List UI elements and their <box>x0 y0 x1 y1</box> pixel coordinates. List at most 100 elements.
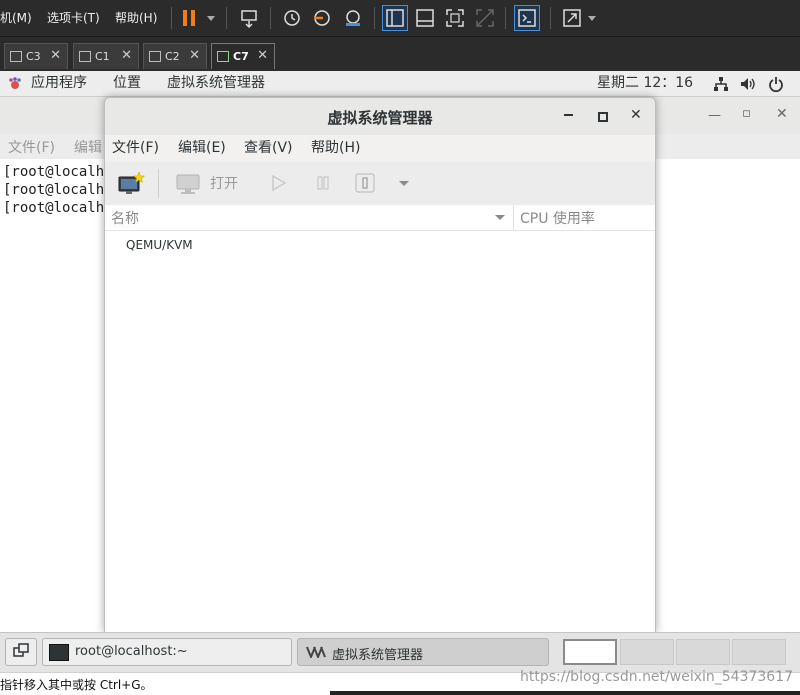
unity-icon <box>473 6 497 30</box>
show-desktop-button[interactable] <box>5 638 37 666</box>
pause-icon[interactable] <box>178 6 202 30</box>
close-icon[interactable]: ✕ <box>50 48 61 63</box>
terminal-line: [root@localh <box>3 182 105 198</box>
vm-list-header: 名称 CPU 使用率 <box>105 205 655 231</box>
pause-icon <box>315 175 331 191</box>
minimize-icon[interactable]: — <box>708 108 721 123</box>
workspace-3[interactable] <box>676 639 730 665</box>
status-strip <box>330 691 800 695</box>
active-app-menu[interactable]: 虚拟系统管理器 <box>167 71 265 96</box>
monitor-icon <box>175 172 201 196</box>
terminal-icon <box>49 644 69 661</box>
menu-edit[interactable]: 编辑(E) <box>178 135 226 162</box>
tab-label: C1 <box>95 50 110 63</box>
tab-label: C7 <box>233 50 249 63</box>
maximize-icon[interactable] <box>598 112 608 122</box>
vmware-menu-tabs[interactable]: 选项卡(T) <box>47 0 100 36</box>
taskbar-item-virt-manager[interactable]: 虚拟系统管理器 <box>297 638 549 666</box>
tab-c2[interactable]: C2 ✕ <box>143 43 207 69</box>
column-divider <box>513 205 514 230</box>
stretch-icon[interactable] <box>560 6 584 30</box>
vm-icon <box>149 51 161 62</box>
close-icon[interactable]: ✕ <box>189 48 200 63</box>
menu-view[interactable]: 查看(V) <box>244 135 293 162</box>
tab-c1[interactable]: C1 ✕ <box>73 43 139 69</box>
places-menu[interactable]: 位置 <box>113 71 141 96</box>
vm-running-icon <box>217 51 229 62</box>
snapshot-icon[interactable] <box>280 6 304 30</box>
vmware-menu-machine[interactable]: 机(M) <box>0 0 32 36</box>
terminal-line: [root@localh <box>3 200 105 216</box>
network-icon[interactable] <box>713 76 729 92</box>
taskbar-item-terminal[interactable]: root@localhost:~ <box>42 638 292 666</box>
vm-icon <box>79 51 91 62</box>
vm-list: QEMU/KVM <box>105 231 655 633</box>
tab-label: C2 <box>165 50 180 63</box>
vmware-menu-help[interactable]: 帮助(H) <box>115 0 157 36</box>
terminal-line: [root@localh <box>3 164 105 180</box>
virt-manager-window[interactable]: 虚拟系统管理器 ✕ 文件(F) 编辑(E) 查看(V) 帮助(H) 打开 名称 <box>104 97 656 633</box>
sort-indicator-icon <box>495 215 505 220</box>
virt-manager-toolbar: 打开 <box>105 162 655 206</box>
terminal-menu-edit[interactable]: 编辑 <box>74 137 102 157</box>
toolbar-separator <box>171 7 172 29</box>
clock[interactable]: 星期二 12：16 <box>597 71 693 96</box>
virt-manager-icon <box>306 646 326 660</box>
column-name-header[interactable]: 名称 <box>111 208 139 228</box>
connection-row[interactable]: QEMU/KVM <box>126 238 193 252</box>
tab-label: C3 <box>26 50 41 63</box>
virt-manager-titlebar[interactable]: 虚拟系统管理器 ✕ <box>105 98 655 136</box>
volume-icon[interactable] <box>740 76 756 92</box>
open-button-label: 打开 <box>210 176 238 192</box>
vmware-toolbar: 机(M) 选项卡(T) 帮助(H) <box>0 0 800 37</box>
maximize-icon[interactable]: ▫ <box>742 106 751 121</box>
gnome-foot-icon <box>8 77 22 91</box>
toolbar-separator <box>226 7 227 29</box>
send-keys-icon[interactable] <box>238 6 262 30</box>
tab-c7[interactable]: C7 ✕ <box>211 43 275 69</box>
vm-icon <box>10 51 22 62</box>
gnome-top-bar: 应用程序 位置 虚拟系统管理器 星期二 12：16 <box>0 71 800 97</box>
close-icon[interactable]: ✕ <box>630 107 642 123</box>
close-icon[interactable]: ✕ <box>776 106 788 122</box>
toolbar-separator <box>374 7 375 29</box>
column-cpu-header[interactable]: CPU 使用率 <box>520 208 595 228</box>
toolbar-separator <box>158 169 159 198</box>
shutdown-icon <box>355 173 375 193</box>
applications-menu[interactable]: 应用程序 <box>31 71 87 96</box>
power-icon[interactable] <box>768 76 784 93</box>
workspace-1[interactable] <box>563 639 617 665</box>
snapshot-manager-icon[interactable] <box>341 6 365 30</box>
taskbar-item-label: 虚拟系统管理器 <box>332 648 424 663</box>
menu-help[interactable]: 帮助(H) <box>311 135 360 162</box>
console-view-icon[interactable] <box>514 5 540 31</box>
toolbar-separator <box>270 7 271 29</box>
close-icon[interactable]: ✕ <box>257 48 268 63</box>
gnome-taskbar: root@localhost:~ 虚拟系统管理器 <box>0 632 800 673</box>
menu-file[interactable]: 文件(F) <box>112 135 159 162</box>
library-view-icon[interactable] <box>382 5 408 31</box>
taskbar-item-label: root@localhost:~ <box>75 644 188 659</box>
vm-tab-bar: C3 ✕ C1 ✕ C2 ✕ C7 ✕ <box>0 37 800 71</box>
thumbnail-view-icon[interactable] <box>413 6 437 30</box>
status-hint: 指针移入其中或按 Ctrl+G。 <box>0 678 153 692</box>
workspace-4[interactable] <box>732 639 786 665</box>
fullscreen-icon[interactable] <box>443 6 467 30</box>
chevron-down-icon <box>399 181 409 186</box>
window-title: 虚拟系统管理器 <box>327 109 433 127</box>
minimize-icon[interactable] <box>564 114 573 116</box>
tab-c3[interactable]: C3 ✕ <box>4 43 68 69</box>
watermark: https://blog.csdn.net/weixin_54373617 <box>520 669 794 685</box>
virt-manager-menubar: 文件(F) 编辑(E) 查看(V) 帮助(H) <box>105 135 655 162</box>
toolbar-separator <box>505 7 506 29</box>
chevron-down-icon[interactable] <box>588 16 596 21</box>
close-icon[interactable]: ✕ <box>121 48 132 63</box>
chevron-down-icon[interactable] <box>207 16 215 21</box>
terminal-menu-file[interactable]: 文件(F) <box>8 137 55 157</box>
new-vm-icon[interactable] <box>117 171 146 197</box>
revert-snapshot-icon[interactable] <box>310 6 334 30</box>
toolbar-separator <box>550 7 551 29</box>
play-icon <box>271 174 287 192</box>
vmware-status-bar: 指针移入其中或按 Ctrl+G。 https://blog.csdn.net/w… <box>0 669 800 695</box>
workspace-2[interactable] <box>620 639 674 665</box>
